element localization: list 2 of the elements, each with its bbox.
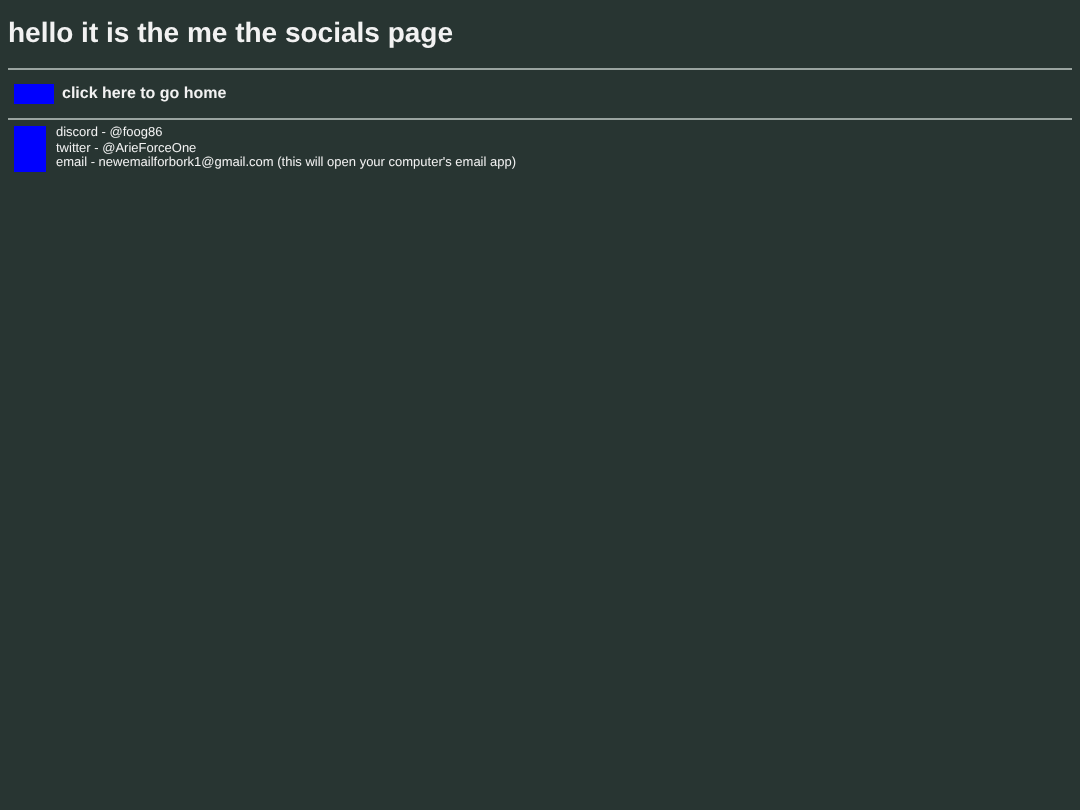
page-title: hello it is the me the socials page xyxy=(8,14,456,48)
home-link[interactable]: click here to go home xyxy=(62,82,227,106)
